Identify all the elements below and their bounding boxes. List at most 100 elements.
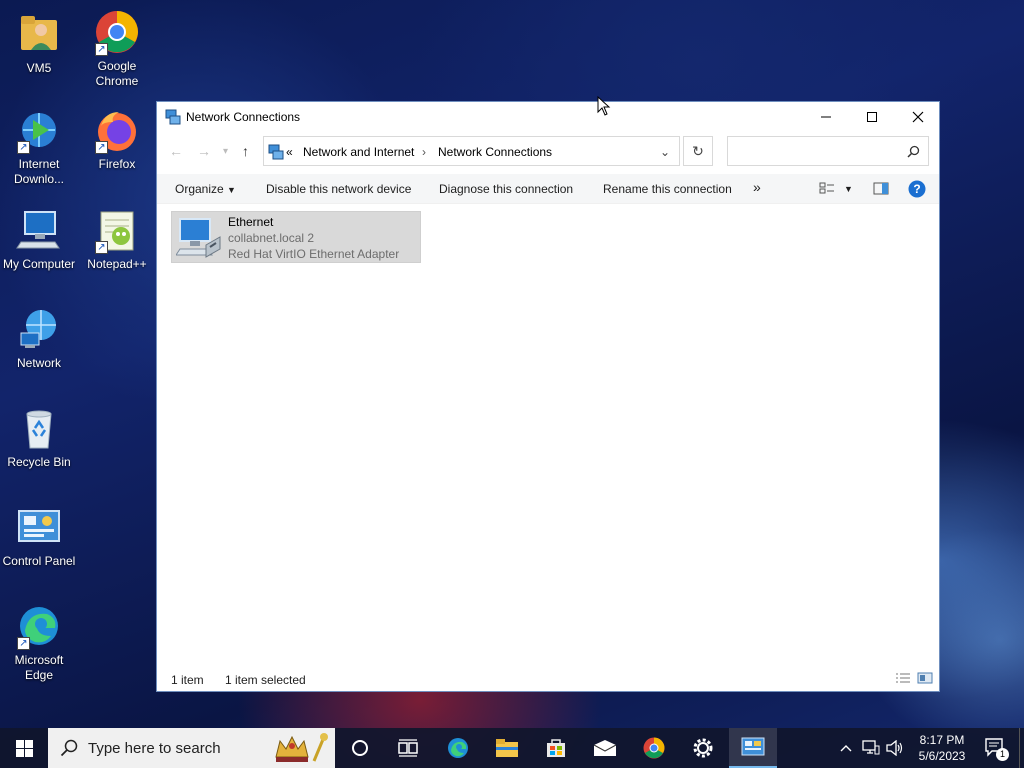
notification-count-badge: 1 — [996, 748, 1009, 761]
more-commands-button[interactable]: » — [753, 179, 761, 195]
firefox-icon: ↗ — [93, 106, 141, 154]
ethernet-adapter-icon — [176, 218, 221, 258]
organize-button[interactable]: Organize ▼ — [175, 182, 236, 196]
desktop-icon-recycle-bin[interactable]: Recycle Bin — [0, 404, 78, 470]
breadcrumb-overflow[interactable]: « — [286, 145, 293, 159]
taskbar-clock[interactable]: 8:17 PM 5/6/2023 — [902, 732, 982, 764]
breadcrumb-network-connections[interactable]: Network Connections — [438, 145, 552, 159]
recent-locations-icon[interactable]: ▾ — [223, 146, 228, 157]
clock-time: 8:17 PM — [919, 733, 965, 747]
minimize-button[interactable] — [803, 102, 849, 131]
control-panel-icon — [15, 503, 63, 551]
desktop-icon-my-computer[interactable]: My Computer — [0, 206, 78, 272]
taskbar: Type here to search 8:17 PM 5/6/2023 1 — [0, 728, 1024, 768]
action-center-button[interactable]: 1 — [980, 728, 1010, 768]
mail-icon — [593, 740, 617, 756]
up-arrow-icon[interactable]: ↑ — [242, 143, 249, 159]
search-input[interactable] — [727, 136, 929, 166]
connection-adapter: Red Hat VirtIO Ethernet Adapter — [228, 247, 400, 261]
connection-network: collabnet.local 2 — [228, 231, 315, 245]
preview-pane-icon — [873, 182, 889, 195]
address-dropdown-icon[interactable]: ⌄ — [660, 145, 670, 159]
task-view-icon — [398, 739, 418, 757]
shortcut-arrow-icon: ↗ — [17, 637, 30, 650]
desktop-icon-vm5[interactable]: VM5 — [0, 10, 78, 76]
connections-list[interactable]: Ethernet collabnet.local 2 Red Hat VirtI… — [157, 205, 939, 667]
breadcrumb-separator-icon[interactable]: › — [422, 145, 426, 159]
help-icon: ? — [908, 180, 926, 198]
refresh-icon: ↻ — [692, 142, 704, 159]
maximize-button[interactable] — [849, 102, 895, 131]
start-button[interactable] — [0, 728, 48, 768]
status-bar: 1 item 1 item selected — [157, 667, 939, 691]
network-connections-icon — [268, 144, 284, 160]
rename-connection-button[interactable]: Rename this connection — [603, 182, 732, 196]
desktop-icon-microsoft-edge[interactable]: ↗ Microsoft Edge — [0, 602, 78, 683]
mouse-cursor-icon — [597, 96, 611, 116]
cortana-icon — [352, 740, 368, 756]
desktop-icon-label: Recycle Bin — [7, 455, 71, 469]
taskbar-store-button[interactable] — [533, 728, 579, 768]
desktop-icon-label: Notepad++ — [87, 257, 147, 271]
task-view-button[interactable] — [385, 728, 431, 768]
taskbar-mail-button[interactable] — [582, 728, 628, 768]
desktop-icon-google-chrome[interactable]: ↗ Google Chrome — [78, 8, 156, 89]
desktop-icon-label: Microsoft Edge — [14, 653, 64, 682]
chrome-icon — [643, 737, 665, 759]
taskbar-network-connections-button[interactable] — [729, 728, 777, 768]
taskbar-chrome-button[interactable] — [631, 728, 677, 768]
taskbar-settings-button[interactable] — [680, 728, 726, 768]
address-bar[interactable]: « Network and Internet › Network Connect… — [263, 136, 680, 166]
chevron-up-icon — [840, 745, 852, 752]
notepadpp-icon: ↗ — [93, 206, 141, 254]
forward-arrow-icon[interactable]: → — [197, 143, 211, 159]
desktop-icon-label: My Computer — [2, 257, 76, 271]
desktop-icon-label: Google Chrome — [95, 59, 139, 88]
search-icon — [907, 145, 920, 158]
large-icons-view-icon — [917, 672, 933, 684]
desktop-icon-notepadpp[interactable]: ↗ Notepad++ — [78, 206, 156, 272]
maximize-icon — [867, 111, 877, 122]
desktop-icon-network[interactable]: Network — [0, 305, 78, 371]
desktop-icon-internet-download-manager[interactable]: ↗ Internet Downlo... — [0, 106, 78, 187]
taskbar-edge-button[interactable] — [435, 728, 481, 768]
refresh-button[interactable]: ↻ — [683, 136, 713, 166]
internet-download-manager-icon: ↗ — [15, 106, 63, 154]
breadcrumb-network-and-internet[interactable]: Network and Internet — [303, 145, 414, 159]
view-dropdown-icon[interactable]: ▼ — [844, 184, 853, 194]
close-button[interactable] — [895, 102, 941, 131]
user-folder-icon — [15, 10, 63, 58]
edge-icon — [448, 738, 468, 758]
help-button[interactable]: ? — [908, 180, 926, 201]
address-row: ← → ▾ ↑ « Network and Internet › Network… — [157, 135, 939, 167]
large-icons-view-button[interactable] — [917, 672, 933, 687]
back-arrow-icon[interactable]: ← — [169, 143, 183, 159]
desktop-icon-firefox[interactable]: ↗ Firefox — [78, 106, 156, 172]
details-view-button[interactable] — [895, 672, 911, 687]
item-count: 1 item — [171, 673, 204, 687]
taskbar-search-input[interactable]: Type here to search — [48, 728, 335, 768]
title-bar[interactable]: Network Connections — [157, 102, 939, 131]
network-tray-button[interactable] — [860, 728, 882, 768]
desktop-icon-label: VM5 — [26, 61, 52, 75]
taskbar-file-explorer-button[interactable] — [484, 728, 530, 768]
desktop-icon-control-panel[interactable]: Control Panel — [0, 503, 78, 569]
computer-icon — [15, 206, 63, 254]
desktop-icon-label: Network — [16, 356, 61, 370]
network-connections-window: Network Connections ← → ▾ ↑ « Network an… — [156, 101, 940, 692]
preview-pane-button[interactable] — [873, 182, 889, 198]
network-connections-icon — [165, 109, 181, 125]
connection-item-ethernet[interactable]: Ethernet collabnet.local 2 Red Hat VirtI… — [171, 211, 421, 263]
chevron-down-icon: ▼ — [227, 185, 236, 195]
desktop-icon-label: Control Panel — [2, 554, 76, 568]
desktop-icon-label: Internet Downlo... — [13, 157, 65, 186]
change-view-button[interactable] — [819, 182, 835, 198]
shortcut-arrow-icon: ↗ — [95, 141, 108, 154]
diagnose-connection-button[interactable]: Diagnose this connection — [439, 182, 573, 196]
cortana-button[interactable] — [337, 728, 383, 768]
window-title: Network Connections — [186, 110, 301, 124]
windows-logo-icon — [15, 739, 33, 757]
show-hidden-icons-button[interactable] — [836, 728, 856, 768]
show-desktop-button[interactable] — [1019, 728, 1024, 768]
disable-network-device-button[interactable]: Disable this network device — [266, 182, 411, 196]
